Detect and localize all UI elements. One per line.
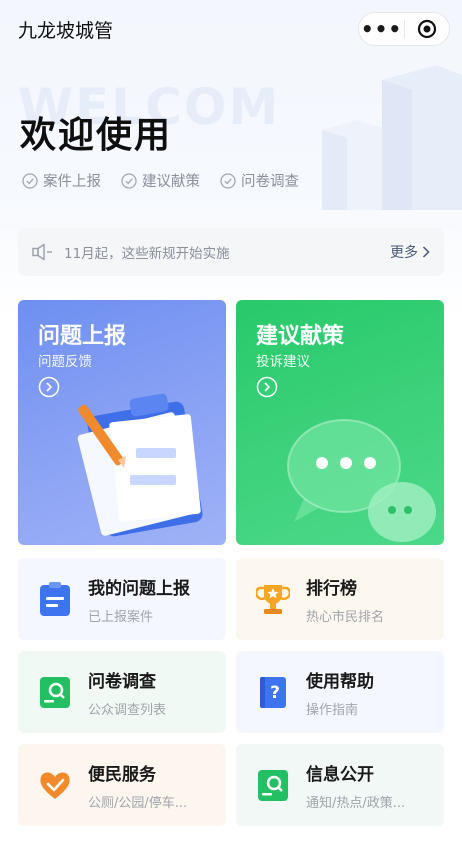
trophy-icon — [256, 585, 290, 614]
issue-report-subtitle: 问题反馈 — [38, 354, 92, 370]
tile-my-reports[interactable]: 我的问题上报 已上报案件 — [18, 558, 226, 640]
suggestion-subtitle: 投诉建议 — [256, 354, 310, 370]
tile-subtitle: 通知/热点/政策... — [306, 795, 406, 811]
suggestion-title: 建议献策 — [256, 324, 345, 349]
app-title: 九龙坡城管 — [18, 19, 114, 42]
tile-info[interactable]: 信息公开 通知/热点/政策... — [236, 744, 444, 826]
notice-bar[interactable]: 11月起，这些新规开始实施 更多 — [18, 228, 444, 276]
tag-case-report: 案件上报 — [22, 170, 101, 191]
survey-icon — [40, 677, 70, 708]
clipboard-icon — [40, 582, 70, 616]
tile-title: 问卷调查 — [88, 671, 156, 692]
arrow-circle-icon[interactable] — [256, 376, 278, 398]
check-circle-icon — [121, 172, 137, 189]
tile-help[interactable]: ? 使用帮助 操作指南 — [236, 651, 444, 733]
tile-leaderboard[interactable]: 排行榜 热心市民排名 — [236, 558, 444, 640]
tile-title: 我的问题上报 — [88, 578, 190, 599]
tag-suggestion: 建议献策 — [121, 170, 200, 191]
tile-text: 排行榜 热心市民排名 — [306, 574, 384, 625]
tile-services[interactable]: 便民服务 公厕/公园/停车... — [18, 744, 226, 826]
check-circle-icon — [220, 172, 236, 189]
close-circle-icon — [417, 19, 437, 39]
tile-text: 我的问题上报 已上报案件 — [88, 574, 190, 625]
close-button[interactable] — [405, 13, 449, 45]
mini-program-capsule: ••• — [358, 12, 450, 46]
notice-text: 11月起，这些新规开始实施 — [64, 246, 230, 262]
info-search-icon — [258, 770, 288, 801]
tile-text: 信息公开 通知/热点/政策... — [306, 760, 405, 811]
suggestion-card[interactable]: 建议献策 投诉建议 — [236, 300, 444, 545]
feature-tags: 案件上报 建议献策 问卷调查 — [22, 170, 299, 191]
tile-survey[interactable]: 问卷调查 公众调查列表 — [18, 651, 226, 733]
chevron-right-icon — [422, 246, 430, 258]
arrow-circle-icon[interactable] — [38, 376, 60, 398]
tile-title: 便民服务 — [88, 764, 156, 785]
speaker-icon — [32, 243, 52, 261]
help-book-icon: ? — [260, 677, 286, 708]
tile-subtitle: 已上报案件 — [88, 609, 154, 625]
tag-label: 案件上报 — [43, 174, 101, 190]
issue-report-title: 问题上报 — [38, 324, 127, 349]
tile-subtitle: 公众调查列表 — [88, 702, 167, 718]
tag-survey: 问卷调查 — [220, 170, 299, 191]
tile-text: 使用帮助 操作指南 — [306, 667, 374, 718]
tile-subtitle: 操作指南 — [306, 702, 359, 718]
tile-title: 使用帮助 — [306, 671, 374, 692]
tile-text: 问卷调查 公众调查列表 — [88, 667, 166, 718]
welcome-title: 欢迎使用 — [20, 115, 173, 156]
tag-label: 问卷调查 — [241, 174, 299, 190]
issue-report-card[interactable]: 问题上报 问题反馈 — [18, 300, 226, 545]
tag-label: 建议献策 — [142, 174, 200, 190]
tile-text: 便民服务 公厕/公园/停车... — [88, 760, 187, 811]
more-menu-button[interactable]: ••• — [359, 13, 404, 45]
heart-hands-icon — [40, 772, 70, 799]
check-circle-icon — [22, 172, 38, 189]
svg-text:?: ? — [270, 683, 280, 703]
notice-more-label: 更多 — [390, 245, 418, 261]
tile-subtitle: 公厕/公园/停车... — [88, 795, 188, 811]
tile-title: 排行榜 — [306, 578, 357, 599]
tile-subtitle: 热心市民排名 — [306, 609, 385, 625]
notice-more-link[interactable]: 更多 — [390, 242, 430, 262]
tile-title: 信息公开 — [306, 764, 374, 785]
